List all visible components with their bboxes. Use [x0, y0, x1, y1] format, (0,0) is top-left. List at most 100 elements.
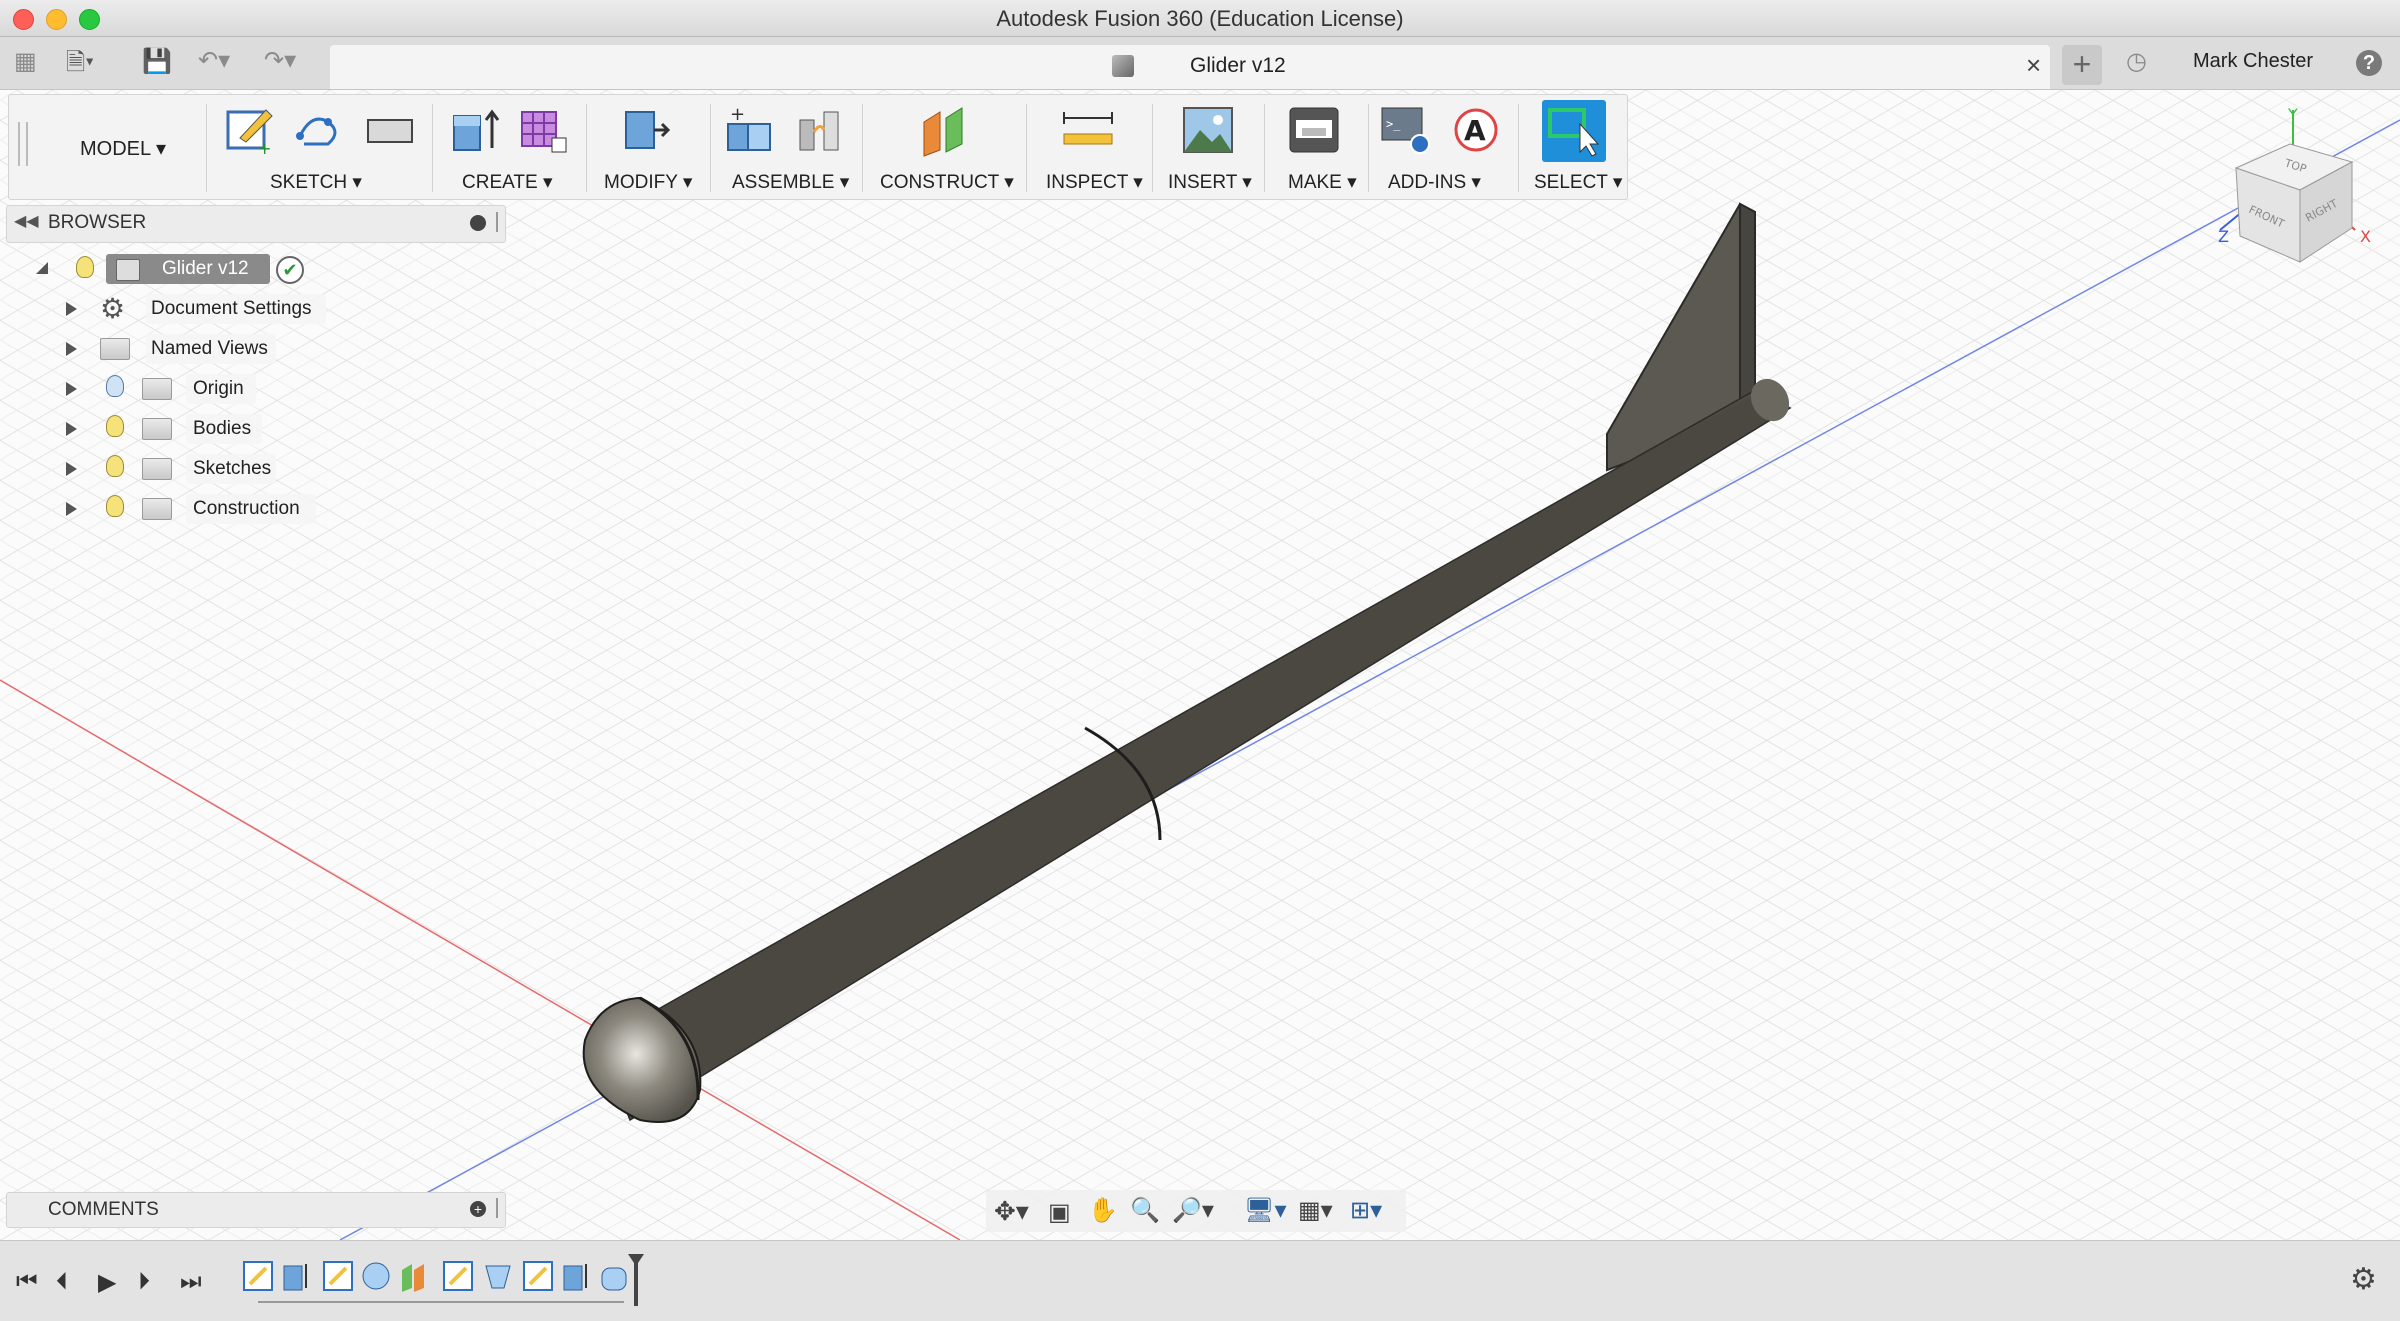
step-back-icon[interactable]: ⏴: [56, 1268, 68, 1296]
expand-sketches[interactable]: [66, 462, 77, 476]
comments-title: COMMENTS: [48, 1199, 159, 1220]
job-status-clock-icon[interactable]: ◷: [2126, 47, 2147, 76]
addins-menu[interactable]: ADD-INS ▾: [1388, 171, 1481, 194]
form-icon[interactable]: [514, 102, 570, 158]
redo-icon[interactable]: ↷▾: [264, 46, 296, 75]
visibility-bulb-icon[interactable]: [76, 256, 94, 278]
go-to-start-icon[interactable]: ⏮: [16, 1268, 38, 1296]
gear-icon: ⚙: [100, 293, 126, 324]
help-icon[interactable]: ?: [2356, 50, 2382, 76]
line-tool-icon[interactable]: [292, 102, 348, 158]
timeline-plane-feature[interactable]: [402, 1264, 424, 1292]
toolbar-grip[interactable]: [18, 122, 28, 166]
scripts-addins-icon[interactable]: >_: [1378, 102, 1434, 158]
timeline-extrude-feature[interactable]: [283, 1264, 307, 1291]
tree-collapse-root[interactable]: [36, 262, 48, 274]
browser-item-origin[interactable]: Origin: [193, 378, 244, 400]
collapse-panel-icon[interactable]: ◀◀: [14, 211, 39, 231]
joint-icon[interactable]: [792, 102, 848, 158]
press-pull-icon[interactable]: [616, 102, 672, 158]
add-comment-icon[interactable]: +: [470, 1201, 486, 1217]
z-axis-label: Z: [2218, 227, 2229, 246]
window-title: Autodesk Fusion 360 (Education License): [996, 6, 1404, 31]
document-cube-icon: [1112, 55, 1134, 77]
timeline-features: [243, 1261, 627, 1303]
display-settings-icon[interactable]: 🖥▾: [1244, 1196, 1287, 1225]
timeline-revolve-feature[interactable]: [362, 1262, 390, 1290]
play-icon[interactable]: ▶: [98, 1268, 116, 1297]
file-menu-icon[interactable]: 🗎▾: [66, 45, 94, 86]
browser-item-sketches[interactable]: Sketches: [193, 458, 271, 480]
step-forward-icon[interactable]: ⏵: [138, 1268, 150, 1296]
expand-bodies[interactable]: [66, 422, 77, 436]
rectangle-tool-icon[interactable]: [362, 102, 418, 158]
timeline-settings-gear-icon[interactable]: ⚙: [2350, 1262, 2377, 1297]
sketch-menu[interactable]: SKETCH ▾: [270, 171, 362, 194]
comments-resize-handle[interactable]: [496, 1198, 501, 1218]
visibility-bulb-icon[interactable]: [106, 455, 124, 477]
workspace-label: MODEL: [80, 138, 151, 160]
make-menu[interactable]: MAKE ▾: [1288, 171, 1357, 194]
grid-settings-icon[interactable]: ▦▾: [1298, 1196, 1333, 1225]
x-axis-label: X: [2360, 227, 2371, 246]
construct-menu[interactable]: CONSTRUCT ▾: [880, 171, 1014, 194]
visibility-bulb-icon[interactable]: [106, 375, 124, 397]
visibility-bulb-icon[interactable]: [106, 415, 124, 437]
expand-origin[interactable]: [66, 382, 77, 396]
create-menu[interactable]: CREATE ▾: [462, 171, 553, 194]
browser-item-document-settings[interactable]: Document Settings: [151, 298, 312, 320]
browser-item-named-views[interactable]: Named Views: [151, 338, 268, 360]
expand-document-settings[interactable]: [66, 302, 77, 316]
visibility-bulb-icon[interactable]: [106, 495, 124, 517]
workspace-switcher[interactable]: MODEL ▾: [80, 136, 166, 161]
orbit-icon[interactable]: ✥▾: [994, 1196, 1029, 1227]
viewport-canvas[interactable]: [0, 90, 2400, 1240]
autodesk-app-store-icon[interactable]: A: [1448, 102, 1504, 158]
expand-named-views[interactable]: [66, 342, 77, 356]
pan-hand-icon[interactable]: ✋: [1088, 1196, 1118, 1225]
inspect-menu[interactable]: INSPECT ▾: [1046, 171, 1143, 194]
new-component-icon[interactable]: +: [722, 102, 778, 158]
look-at-icon[interactable]: ▣: [1048, 1198, 1071, 1227]
browser-resize-handle[interactable]: [496, 212, 501, 232]
timeline-fillet-feature[interactable]: [601, 1267, 627, 1291]
browser-minimize-icon[interactable]: [470, 215, 486, 231]
zoom-icon[interactable]: 🔍: [1130, 1196, 1160, 1225]
select-tool-button[interactable]: [1542, 100, 1606, 162]
select-menu[interactable]: SELECT ▾: [1534, 171, 1622, 194]
user-account-name[interactable]: Mark Chester: [2193, 50, 2313, 73]
extrude-icon[interactable]: [446, 102, 502, 158]
timeline-sketch-feature[interactable]: [523, 1261, 553, 1291]
measure-icon[interactable]: [1060, 102, 1116, 158]
close-tab-icon[interactable]: ×: [2026, 50, 2041, 81]
modify-menu[interactable]: MODIFY ▾: [604, 171, 692, 194]
undo-icon[interactable]: ↶▾: [198, 46, 230, 75]
zoom-window-icon[interactable]: 🔎▾: [1172, 1196, 1214, 1225]
chevron-down-icon: ▾: [155, 138, 166, 160]
assemble-menu[interactable]: ASSEMBLE ▾: [732, 171, 849, 194]
3d-print-icon[interactable]: [1286, 102, 1342, 158]
timeline-sketch-feature[interactable]: [323, 1261, 353, 1291]
timeline-loft-feature[interactable]: [485, 1265, 511, 1289]
folder-icon: [100, 338, 130, 360]
timeline-marker-head[interactable]: [628, 1254, 644, 1266]
save-icon[interactable]: 💾: [142, 47, 172, 76]
timeline-extrude-feature[interactable]: [563, 1264, 587, 1291]
create-sketch-icon[interactable]: +: [222, 102, 278, 158]
timeline-sketch-feature[interactable]: [443, 1261, 473, 1291]
timeline-sketch-feature[interactable]: [243, 1261, 273, 1291]
viewports-icon[interactable]: ⊞▾: [1350, 1196, 1382, 1225]
tab-label: Glider v12: [1190, 54, 1286, 77]
browser-item-construction[interactable]: Construction: [193, 498, 300, 520]
go-to-end-icon[interactable]: ⏭: [180, 1268, 202, 1296]
app-grid-icon[interactable]: ▦: [14, 47, 37, 76]
active-check-icon[interactable]: ✔: [276, 256, 304, 284]
expand-construction[interactable]: [66, 502, 77, 516]
insert-canvas-icon[interactable]: [1180, 102, 1236, 158]
offset-plane-icon[interactable]: [916, 102, 972, 158]
view-cube[interactable]: TOP FRONT RIGHT Y Z X: [2200, 100, 2400, 280]
component-icon: [116, 259, 140, 281]
new-tab-button[interactable]: +: [2062, 45, 2102, 85]
insert-menu[interactable]: INSERT ▾: [1168, 171, 1252, 194]
browser-item-bodies[interactable]: Bodies: [193, 418, 251, 440]
